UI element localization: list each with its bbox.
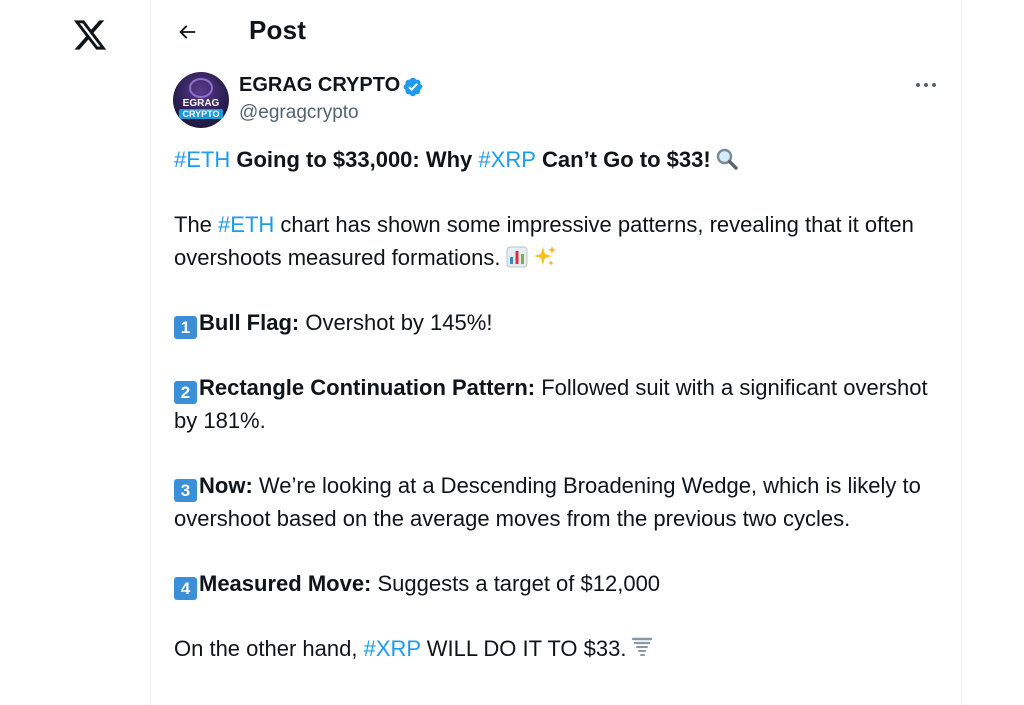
list-item: 2 Rectangle Continuation Pattern: Followe… <box>174 375 928 433</box>
author-handle[interactable]: @egragcrypto <box>239 102 359 124</box>
ellipsis-icon <box>916 83 920 87</box>
keycap-3-emoji: 3 <box>174 478 197 502</box>
post-column: Post EGRAG CRYPTO EGRAG CRYPTO @egragcry… <box>150 0 962 705</box>
tweet-paragraph: The #ETH chart has shown some impressive… <box>174 212 914 270</box>
verified-badge-icon <box>402 76 424 98</box>
author-name[interactable]: EGRAG CRYPTO <box>239 74 400 97</box>
post-header: Post <box>151 0 961 64</box>
tweet-text: #ETH Going to $33,000: Why #XRP Can’t Go… <box>174 144 934 698</box>
tornado-emoji <box>630 636 654 660</box>
list-item: 4 Measured Move: Suggests a target of $12… <box>174 568 934 601</box>
avatar[interactable]: EGRAG CRYPTO <box>173 72 229 128</box>
left-nav <box>0 0 150 705</box>
sparkles-emoji <box>533 245 557 269</box>
more-options-button[interactable] <box>913 74 943 96</box>
list-item: 1 Bull Flag: Overshot by 145%! <box>174 307 934 340</box>
list-item: 3 Now: We’re looking at a Descending Broa… <box>174 472 921 531</box>
hashtag-link[interactable]: #XRP <box>478 147 535 172</box>
back-button[interactable] <box>171 16 203 48</box>
hashtag-link[interactable]: #ETH <box>218 212 274 237</box>
avatar-text-line2: CRYPTO <box>179 109 223 119</box>
magnifying-glass-emoji <box>715 147 739 171</box>
arrow-left-icon <box>179 25 196 39</box>
keycap-4-emoji: 4 <box>174 576 197 600</box>
hashtag-link[interactable]: #ETH <box>174 147 230 172</box>
tweet-closing: On the other hand, #XRP WILL DO IT TO $3… <box>174 633 934 666</box>
bar-chart-emoji <box>505 245 529 269</box>
page-title: Post <box>249 15 307 45</box>
x-logo-icon[interactable] <box>72 17 108 53</box>
tweet-headline: #ETH Going to $33,000: Why #XRP Can’t Go… <box>174 144 934 177</box>
keycap-2-emoji: 2 <box>174 381 197 405</box>
avatar-text-line1: EGRAG <box>182 98 220 109</box>
hashtag-link[interactable]: #XRP <box>364 636 421 661</box>
keycap-1-emoji: 1 <box>174 315 197 339</box>
